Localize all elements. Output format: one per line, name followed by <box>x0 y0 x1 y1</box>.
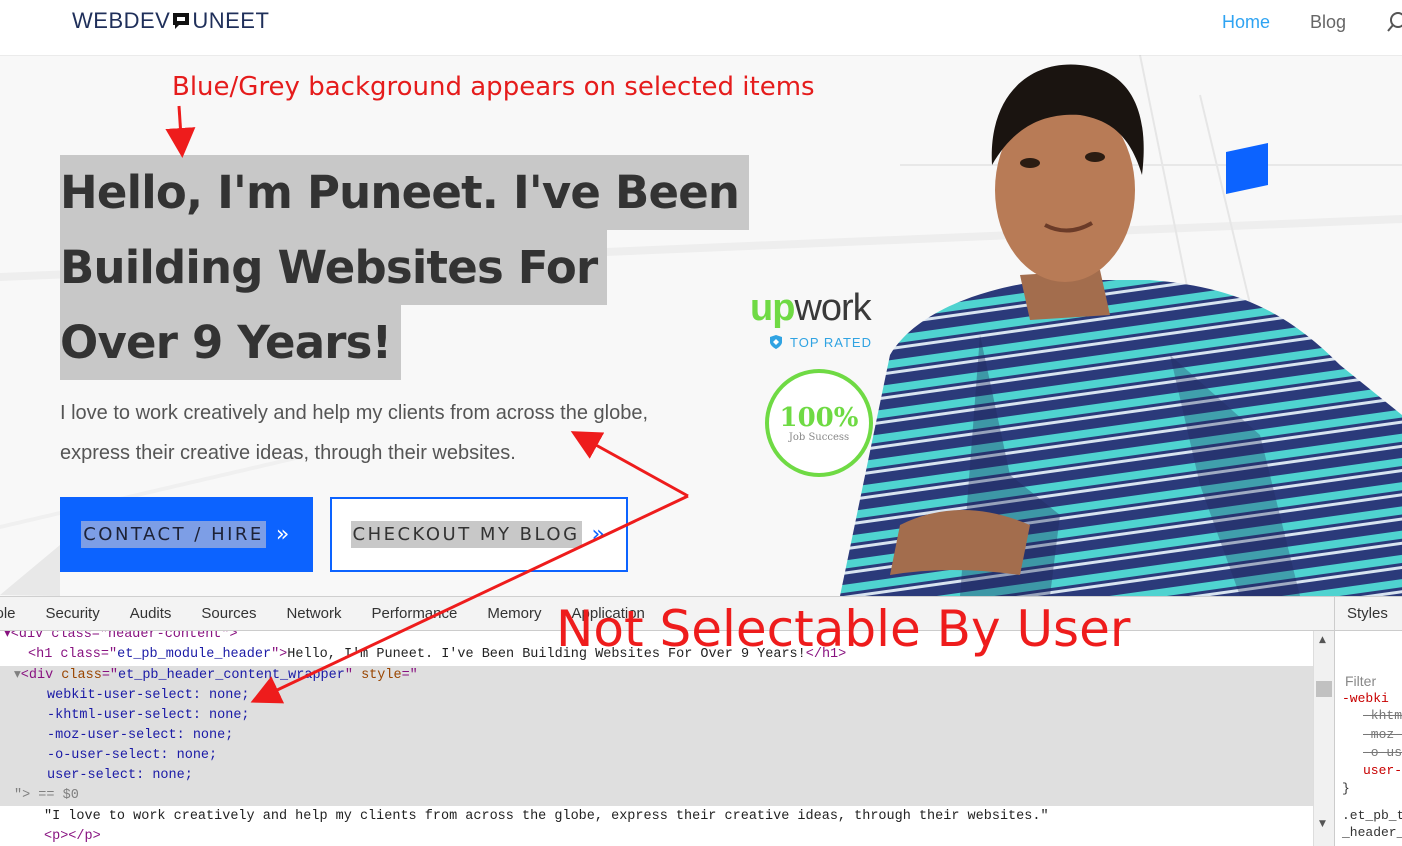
tab-memory[interactable]: Memory <box>472 605 556 622</box>
main-nav: Home Blog <box>1222 10 1402 34</box>
selected-node-marker: "> == $0 <box>14 788 79 803</box>
tab-console[interactable]: sole <box>0 605 31 622</box>
div-open-tag: <div <box>20 668 62 683</box>
tree-node-wrapper-div[interactable]: ▾<div class="et_pb_header_content_wrappe… <box>14 666 418 686</box>
double-chevron-right-icon: » <box>275 522 292 547</box>
div-class-attr: class <box>61 668 102 683</box>
checkout-blog-button[interactable]: CHECKOUT MY BLOG » <box>330 497 628 572</box>
styles-line-7: .et_pb_t <box>1342 808 1402 823</box>
logo-p-mark-icon <box>173 13 190 29</box>
tab-performance[interactable]: Performance <box>356 605 472 622</box>
top-rated-badge: TOP RATED <box>768 334 900 350</box>
contact-hire-label: CONTACT / HIRE <box>81 521 266 548</box>
site-logo[interactable]: WEBDEV UNEET <box>72 8 269 34</box>
styles-line-2: -khtm <box>1363 708 1402 723</box>
tab-audits[interactable]: Audits <box>115 605 187 622</box>
headline-line-1: Hello, I'm Puneet. I've Been <box>60 155 750 230</box>
css-line-4: -o-user-select: none; <box>47 748 218 763</box>
site-header: WEBDEV UNEET Home Blog <box>0 0 1402 55</box>
hero-headline: Hello, I'm Puneet. I've Been Building We… <box>60 155 750 380</box>
annotation-selection-note: Blue/Grey background appears on selected… <box>172 72 815 102</box>
h1-class-value: et_pb_module_header <box>117 647 272 662</box>
scroll-up-arrow-icon[interactable]: ▲ <box>1319 635 1326 645</box>
shield-icon <box>770 335 782 349</box>
nav-link-home[interactable]: Home <box>1222 12 1270 33</box>
logo-text-right: UNEET <box>192 8 270 33</box>
tab-sources[interactable]: Sources <box>186 605 271 622</box>
tree-node-text[interactable]: "I love to work creatively and help my c… <box>44 807 1049 827</box>
styles-line-5: user- <box>1363 763 1402 778</box>
div-class-value: et_pb_header_content_wrapper <box>118 668 345 683</box>
styles-pane: Styles Filter -webki -khtm -moz- -o-us u… <box>1334 597 1402 846</box>
hero-section: Blue/Grey background appears on selected… <box>0 55 1402 596</box>
checkout-blog-label: CHECKOUT MY BLOG <box>350 521 582 548</box>
styles-line-4: -o-us <box>1363 745 1402 760</box>
headline-line-2: Building Websites For <box>60 230 608 305</box>
styles-line-8: _header_ <box>1342 825 1402 840</box>
styles-line-1: -webki <box>1342 691 1389 706</box>
logo-text-left: WEBDEV <box>72 8 171 33</box>
nav-link-blog[interactable]: Blog <box>1310 12 1346 33</box>
upwork-logo: upwork TOP RATED <box>750 287 900 350</box>
scroll-thumb[interactable] <box>1316 681 1332 697</box>
css-line-1: webkit-user-select: none; <box>47 688 250 703</box>
styles-filter-input[interactable]: Filter <box>1345 673 1376 689</box>
div-style-attr: style <box>361 668 402 683</box>
elements-scrollbar[interactable]: ▲ ▼ <box>1313 631 1334 846</box>
tab-security[interactable]: Security <box>31 605 115 622</box>
scroll-down-arrow-icon[interactable]: ▼ <box>1319 819 1326 829</box>
upwork-work-text: work <box>794 287 871 329</box>
double-chevron-right-icon: » <box>591 522 608 547</box>
css-line-2: -khtml-user-select: none; <box>47 708 250 723</box>
job-success-label: Job Success <box>788 431 850 443</box>
job-success-badge: 100% Job Success <box>765 369 873 477</box>
tree-node-header-content[interactable]: ▾<div class="header-content"> <box>4 631 238 645</box>
h1-open-tag: <h1 class=" <box>28 647 118 662</box>
hero-subtext: I love to work creatively and help my cl… <box>60 402 649 464</box>
top-rated-label: TOP RATED <box>790 334 872 350</box>
contact-hire-button[interactable]: CONTACT / HIRE » <box>60 497 313 572</box>
tree-node-p[interactable]: <p></p> <box>44 827 101 846</box>
styles-line-6: } <box>1342 781 1350 796</box>
search-icon[interactable] <box>1386 10 1402 34</box>
annotation-not-selectable: Not Selectable By User <box>556 600 1131 658</box>
styles-line-3: -moz- <box>1363 727 1402 742</box>
profile-photo <box>840 64 1402 596</box>
elements-tree[interactable]: ▾<div class="header-content"> <h1 class=… <box>0 631 1313 846</box>
css-line-5: user-select: none; <box>47 768 193 783</box>
tab-network[interactable]: Network <box>271 605 356 622</box>
css-line-3: -moz-user-select: none; <box>47 728 234 743</box>
upwork-up-text: up <box>750 287 795 329</box>
tab-styles[interactable]: Styles <box>1335 597 1402 631</box>
job-success-value: 100% <box>779 402 859 433</box>
headline-line-3: Over 9 Years! <box>60 305 402 380</box>
